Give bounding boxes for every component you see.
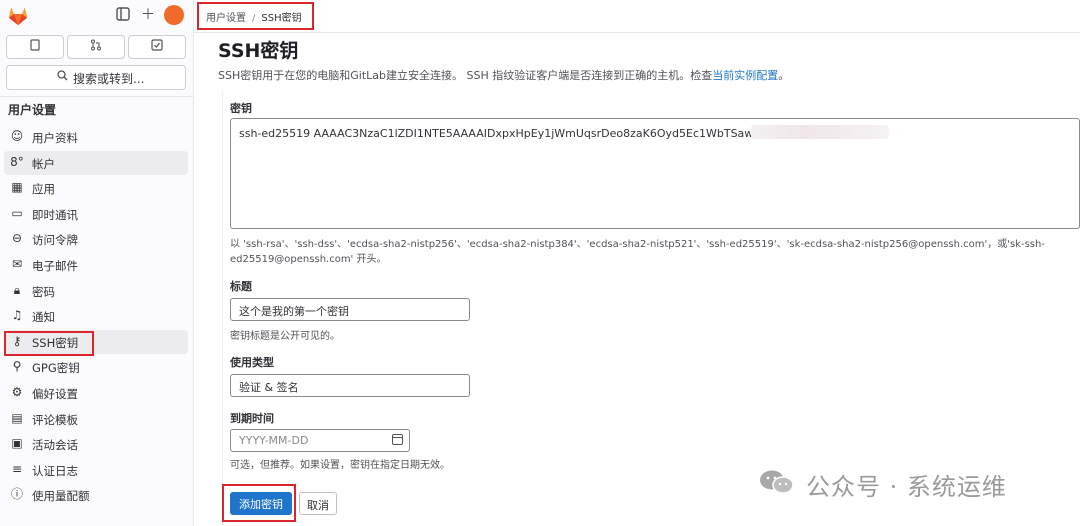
expiry-date-input[interactable]: YYYY-MM-DD	[230, 429, 410, 452]
sidebar-item[interactable]: ⊖ 访问令牌	[4, 227, 188, 251]
key-label: 密钥	[230, 102, 252, 115]
page-description: SSH密钥用于在您的电脑和GitLab建立安全连接。 SSH 指纹验证客户端是否…	[218, 67, 789, 83]
account-icon: 8°	[10, 154, 24, 169]
breadcrumb-parent[interactable]: 用户设置	[206, 13, 246, 24]
sidebar-item[interactable]: ▤ 评论模板	[4, 407, 188, 431]
sidebar-item[interactable]: 🔒︎ 密码	[4, 279, 188, 303]
sidebar-toggle-icon[interactable]	[115, 7, 131, 23]
sidebar-item-label: 活动会话	[32, 438, 78, 453]
key-icon: ⚷	[12, 333, 22, 348]
cancel-button[interactable]: 取消	[299, 492, 337, 515]
sidebar-divider	[0, 96, 193, 97]
sidebar-item-label: 即时通讯	[32, 207, 78, 222]
sidebar-item-label: 电子邮件	[32, 259, 78, 273]
search-icon	[57, 70, 68, 84]
sidebar-item[interactable]: ≡ 认证日志	[4, 458, 188, 482]
sidebar-item-label: 使用量配额	[32, 489, 90, 504]
info-icon: ⓘ	[10, 487, 23, 502]
sidebar-item[interactable]: ☺ 用户资料	[4, 125, 188, 149]
lock-icon: 🔒︎	[13, 282, 21, 297]
sidebar-heading: 用户设置	[8, 103, 57, 117]
search-button[interactable]: 搜索或转到...	[6, 65, 186, 90]
expiry-hint: 可选，但推荐。如果设置，密钥在指定日期无效。	[230, 460, 450, 471]
key-hint-line-1: 以 'ssh-rsa'、'ssh-dss'、'ecdsa-sha2-nistp2…	[230, 239, 1045, 250]
title-input[interactable]: 这个是我的第一个密钥	[230, 298, 470, 321]
sidebar-top-bar: ＋	[0, 0, 193, 32]
key-textarea[interactable]: ssh-ed25519 AAAAC3NzaC1lZDI1NTE5AAAAIDxp…	[230, 118, 1080, 229]
key-blurred-part	[751, 125, 889, 139]
comment-template-icon: ▤	[11, 410, 23, 425]
avatar[interactable]	[164, 5, 184, 25]
breadcrumb: 用户设置 / SSH密钥	[206, 9, 302, 24]
search-label: 搜索或转到...	[73, 72, 145, 86]
sidebar-item-label: 用户资料	[32, 131, 78, 145]
add-key-button[interactable]: 添加密钥	[230, 492, 292, 515]
monitor-icon: ▣	[11, 436, 23, 451]
title-hint: 密钥标题是公开可见的。	[230, 331, 340, 342]
sidebar-item-label: 认证日志	[32, 463, 78, 478]
page-title: SSH密钥	[218, 40, 299, 62]
sidebar-item-label: GPG密钥	[32, 361, 80, 376]
sidebar-item[interactable]: ⓘ 使用量配额	[4, 483, 188, 507]
sidebar-item-label: 密码	[32, 284, 55, 299]
bell-icon: ♫	[11, 308, 23, 323]
plus-icon[interactable]: ＋	[140, 7, 156, 23]
sidebar-item[interactable]: ⚷ SSH密钥	[4, 329, 188, 354]
usage-type-label: 使用类型	[230, 356, 274, 369]
sidebar-item[interactable]: ✉ 电子邮件	[4, 253, 188, 277]
sidebar-item-label: 评论模板	[32, 412, 78, 427]
expiry-placeholder: YYYY-MM-DD	[239, 434, 309, 447]
breadcrumb-current[interactable]: SSH密钥	[261, 13, 301, 24]
usage-type-value: 验证 & 签名	[239, 381, 299, 394]
key-value: ssh-ed25519 AAAAC3NzaC1lZDI1NTE5AAAAIDxp…	[239, 127, 795, 140]
expiry-label: 到期时间	[230, 412, 274, 425]
sidebar: ＋ 搜索或转到... 用户设置 ☺ 用户资料 8° 帐户 ▦ 应用 ▭ 即时通讯 ⊖ 访问令牌 ✉ 电…	[0, 0, 194, 526]
add-key-button-label: 添加密钥	[239, 498, 283, 511]
usage-type-select[interactable]: 验证 & 签名	[230, 374, 470, 397]
user-icon: ☺	[10, 129, 24, 143]
description-text: SSH密钥用于在您的电脑和GitLab建立安全连接。 SSH 指纹验证客户端是否…	[218, 69, 713, 82]
issues-button[interactable]	[6, 35, 64, 59]
token-icon: ⊖	[11, 231, 23, 246]
sidebar-item[interactable]: 8° 帐户	[4, 150, 188, 175]
calendar-icon[interactable]	[392, 434, 403, 445]
todo-check-icon	[129, 39, 185, 54]
title-input-value: 这个是我的第一个密钥	[239, 305, 349, 318]
wechat-icon	[760, 470, 794, 494]
sidebar-item-label: SSH密钥	[32, 335, 79, 350]
mail-icon: ✉	[11, 257, 23, 271]
breadcrumb-separator: /	[252, 13, 256, 24]
issues-icon	[7, 39, 63, 54]
sidebar-item[interactable]: ⚲ GPG密钥	[4, 355, 188, 379]
sidebar-item-label: 偏好设置	[32, 387, 78, 401]
instance-config-link[interactable]: 当前实例配置	[712, 69, 778, 82]
chat-icon: ▭	[11, 205, 23, 220]
title-label: 标题	[230, 280, 252, 293]
merge-requests-button[interactable]	[67, 35, 125, 59]
watermark-text: 公众号 · 系统运维	[806, 473, 1007, 501]
sidebar-item[interactable]: ⚙ 偏好设置	[4, 381, 188, 405]
gitlab-logo-icon[interactable]	[7, 6, 29, 26]
sidebar-item[interactable]: ▣ 活动会话	[4, 432, 188, 456]
apps-icon: ▦	[11, 180, 23, 195]
cancel-button-label: 取消	[307, 499, 329, 512]
form-left-border	[222, 92, 223, 526]
sidebar-item[interactable]: ▭ 即时通讯	[4, 202, 188, 226]
description-end: 。	[778, 69, 790, 82]
todos-button[interactable]	[128, 35, 186, 59]
sidebar-item-label: 访问令牌	[32, 233, 78, 248]
merge-request-icon	[68, 39, 124, 54]
sidebar-item[interactable]: ▦ 应用	[4, 176, 188, 200]
key-hint-line-2: ed25519@openssh.com' 开头。	[230, 254, 387, 265]
sidebar-item-label: 通知	[32, 310, 55, 325]
header-divider	[194, 32, 1080, 33]
gpg-key-icon: ⚲	[12, 359, 22, 374]
sidebar-item-label: 帐户	[32, 156, 55, 171]
log-icon: ≡	[11, 461, 23, 476]
preferences-icon: ⚙	[11, 385, 23, 399]
sidebar-item[interactable]: ♫ 通知	[4, 304, 188, 328]
sidebar-item-label: 应用	[32, 182, 55, 197]
